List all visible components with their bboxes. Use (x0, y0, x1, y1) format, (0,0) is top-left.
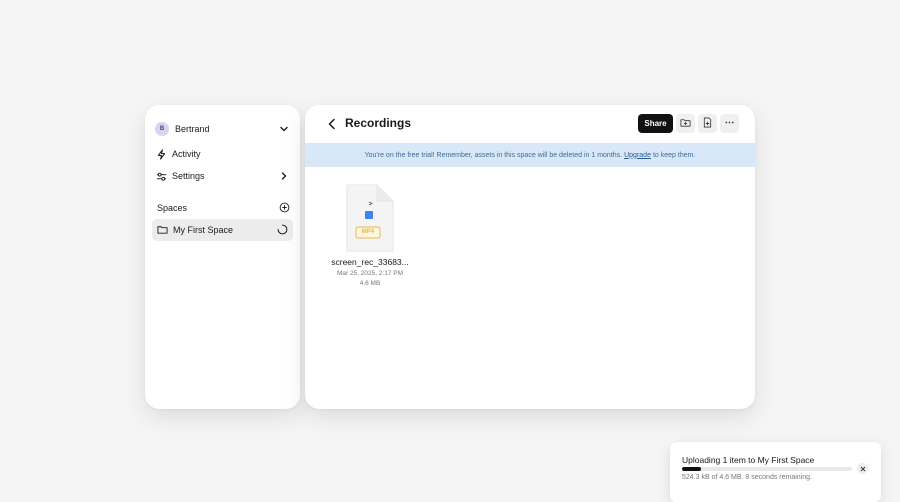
upload-detail: 524.3 kB of 4.6 MB. 8 seconds remaining. (682, 474, 812, 481)
main-panel: Recordings Share You're on the free tria… (305, 105, 755, 409)
folder-icon (157, 224, 168, 237)
sidebar: B Bertrand Activity Settings Spaces My F… (145, 105, 300, 409)
file-type-badge: MP4 (361, 229, 375, 235)
more-icon (724, 115, 735, 133)
upload-progress-fill (682, 467, 702, 471)
spaces-heading: Spaces (157, 203, 188, 213)
chevron-right-icon (278, 170, 290, 182)
file-size: 4.6 MB (359, 279, 381, 287)
sidebar-item-my-first-space[interactable]: My First Space (152, 219, 293, 241)
upload-progress-track (682, 467, 852, 471)
lightning-icon (155, 148, 167, 160)
spaces-header: Spaces (157, 201, 290, 215)
upload-toast: Uploading 1 item to My First Space 524.3… (670, 442, 881, 502)
upgrade-link[interactable]: Upgrade (624, 152, 651, 159)
file-card[interactable]: MP4 screen_rec_33683... Mar 25, 2025, 2:… (325, 183, 415, 293)
file-meta: Mar 25, 2025, 2:17 PM 4.6 MB (337, 269, 403, 289)
banner-text-end: to keep them. (652, 151, 696, 159)
banner-text: You're on the free trial! Remember, asse… (364, 151, 623, 159)
video-file-icon: MP4 (343, 183, 397, 253)
sidebar-item-activity[interactable]: Activity (155, 144, 290, 164)
user-switcher[interactable]: B Bertrand (155, 116, 290, 142)
add-space-icon[interactable] (279, 202, 290, 215)
sliders-icon (155, 170, 167, 182)
back-arrow-icon[interactable] (325, 117, 339, 131)
sidebar-item-label: Activity (172, 149, 201, 159)
chevron-down-icon[interactable] (278, 123, 290, 135)
file-name: screen_rec_33683... (331, 257, 409, 267)
sidebar-item-label: Settings (172, 171, 205, 181)
sidebar-item-settings[interactable]: Settings (155, 166, 290, 186)
more-button[interactable] (720, 114, 739, 133)
upload-title: Uploading 1 item to My First Space (682, 455, 815, 465)
sidebar-item-label: My First Space (173, 225, 234, 235)
close-icon[interactable] (857, 463, 868, 474)
upload-file-icon (702, 115, 713, 133)
file-date: Mar 25, 2025, 2:17 PM (336, 270, 404, 277)
user-name: Bertrand (175, 124, 210, 134)
trial-banner: You're on the free trial! Remember, asse… (305, 143, 755, 167)
new-folder-icon (680, 115, 691, 133)
avatar: B (155, 122, 169, 136)
new-folder-button[interactable] (676, 114, 695, 133)
page-title: Recordings (345, 116, 412, 130)
loading-spinner-icon (277, 224, 288, 237)
share-button[interactable]: Share (638, 114, 673, 133)
upload-file-button[interactable] (698, 114, 717, 133)
